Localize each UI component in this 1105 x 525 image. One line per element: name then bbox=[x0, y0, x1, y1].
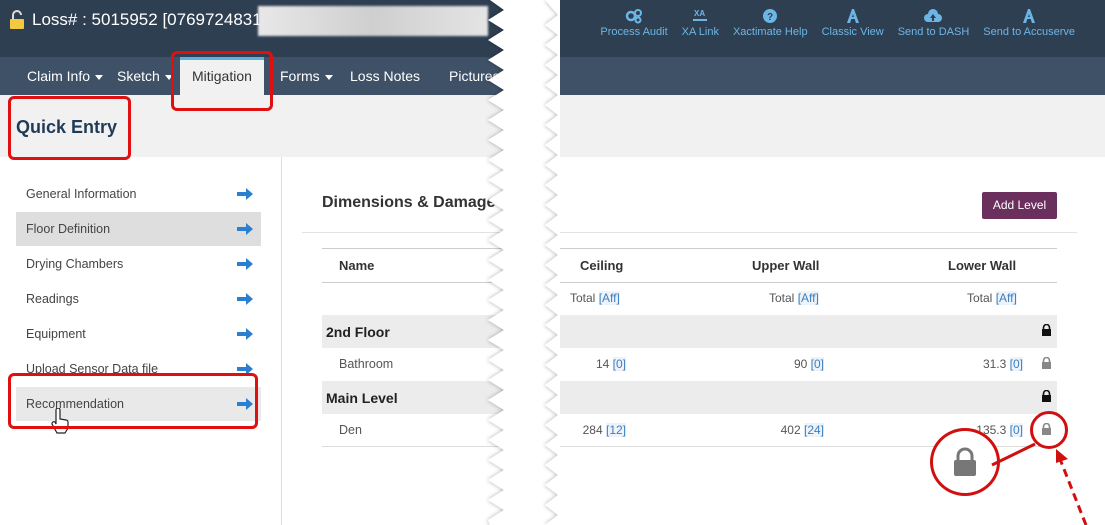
loss-title-text: Loss# : 5015952 [0769724831] bbox=[32, 10, 267, 29]
loss-title: Loss# : 5015952 [0769724831] bbox=[8, 10, 266, 30]
col-header-ceiling: Ceiling bbox=[580, 258, 624, 273]
divider bbox=[322, 248, 1057, 249]
nav-sketch[interactable]: Sketch bbox=[117, 57, 173, 95]
send-to-dash-link[interactable]: Send to DASH bbox=[898, 8, 969, 38]
classic-view-link[interactable]: Classic View bbox=[822, 8, 884, 38]
ceiling-value[interactable]: 284 [12] bbox=[560, 423, 626, 437]
room-name[interactable]: Den bbox=[339, 423, 362, 437]
xa-link-icon: XA bbox=[693, 9, 708, 21]
callout-line bbox=[991, 442, 1036, 467]
sidebar-item-equipment[interactable]: Equipment bbox=[16, 317, 261, 351]
xactimate-help-link[interactable]: ? Xactimate Help bbox=[733, 8, 808, 38]
upper-wall-value[interactable]: 402 [24] bbox=[760, 423, 824, 437]
header-links: Process Audit XA XA Link ? Xactimate Hel… bbox=[600, 8, 1075, 38]
svg-text:?: ? bbox=[767, 12, 773, 23]
sidebar-item-general-information[interactable]: General Information bbox=[16, 177, 261, 211]
level-name: Main Level bbox=[326, 390, 398, 406]
lock-icon[interactable] bbox=[1041, 324, 1052, 336]
dashed-arrow-up-icon bbox=[1056, 449, 1088, 525]
highlight-quick-entry bbox=[8, 96, 131, 160]
lock-icon bbox=[954, 447, 976, 476]
lock-icon[interactable] bbox=[1041, 390, 1052, 402]
lock-icon[interactable] bbox=[1041, 357, 1052, 369]
caret-down-icon bbox=[95, 74, 104, 80]
gears-icon bbox=[625, 9, 643, 24]
svg-text:XA: XA bbox=[694, 9, 705, 18]
add-level-button[interactable]: Add Level bbox=[982, 192, 1057, 219]
col-header-name: Name bbox=[339, 258, 375, 273]
arrow-right-icon bbox=[237, 328, 253, 340]
sidebar-item-drying-chambers[interactable]: Drying Chambers bbox=[16, 247, 261, 281]
send-to-accuserve-link[interactable]: Send to Accuserve bbox=[983, 8, 1075, 38]
redacted-name bbox=[258, 6, 488, 36]
unlock-icon bbox=[10, 10, 24, 29]
arrow-right-icon bbox=[237, 223, 253, 235]
process-audit-link[interactable]: Process Audit bbox=[600, 8, 668, 38]
classic-view-icon bbox=[846, 9, 859, 23]
caret-down-icon bbox=[324, 74, 333, 80]
col-header-lower-wall: Lower Wall bbox=[948, 258, 1017, 273]
lower-wall-total-label: Total [Aff] bbox=[967, 291, 1017, 305]
ceiling-total-label: Total [Aff] bbox=[570, 291, 620, 305]
room-name[interactable]: Bathroom bbox=[339, 357, 393, 371]
highlight-recommendation bbox=[8, 373, 258, 429]
sidebar-item-readings[interactable]: Readings bbox=[16, 282, 261, 316]
arrow-right-icon bbox=[237, 258, 253, 270]
upper-wall-value[interactable]: 90 [0] bbox=[760, 357, 824, 371]
ceiling-value[interactable]: 14 [0] bbox=[560, 357, 626, 371]
level-name: 2nd Floor bbox=[326, 324, 390, 340]
level-row bbox=[322, 315, 1057, 348]
lower-wall-value[interactable]: 31.3 [0] bbox=[950, 357, 1023, 371]
xa-link[interactable]: XA XA Link bbox=[682, 8, 719, 38]
nav-claim-info[interactable]: Claim Info bbox=[27, 57, 104, 95]
nav-loss-notes[interactable]: Loss Notes bbox=[350, 57, 420, 95]
help-icon: ? bbox=[763, 9, 778, 23]
torn-edge-divider bbox=[488, 0, 560, 525]
cloud-upload-icon bbox=[924, 9, 943, 22]
divider bbox=[302, 232, 1077, 233]
accuserve-icon bbox=[1023, 9, 1036, 23]
sidebar-item-floor-definition[interactable]: Floor Definition bbox=[16, 212, 261, 246]
col-header-upper-wall: Upper Wall bbox=[752, 258, 820, 273]
level-row bbox=[322, 381, 1057, 414]
highlight-mitigation bbox=[171, 51, 273, 111]
divider bbox=[322, 282, 1057, 283]
arrow-right-icon bbox=[237, 188, 253, 200]
upper-wall-total-label: Total [Aff] bbox=[769, 291, 819, 305]
arrow-right-icon bbox=[237, 293, 253, 305]
nav-forms[interactable]: Forms bbox=[280, 57, 333, 95]
